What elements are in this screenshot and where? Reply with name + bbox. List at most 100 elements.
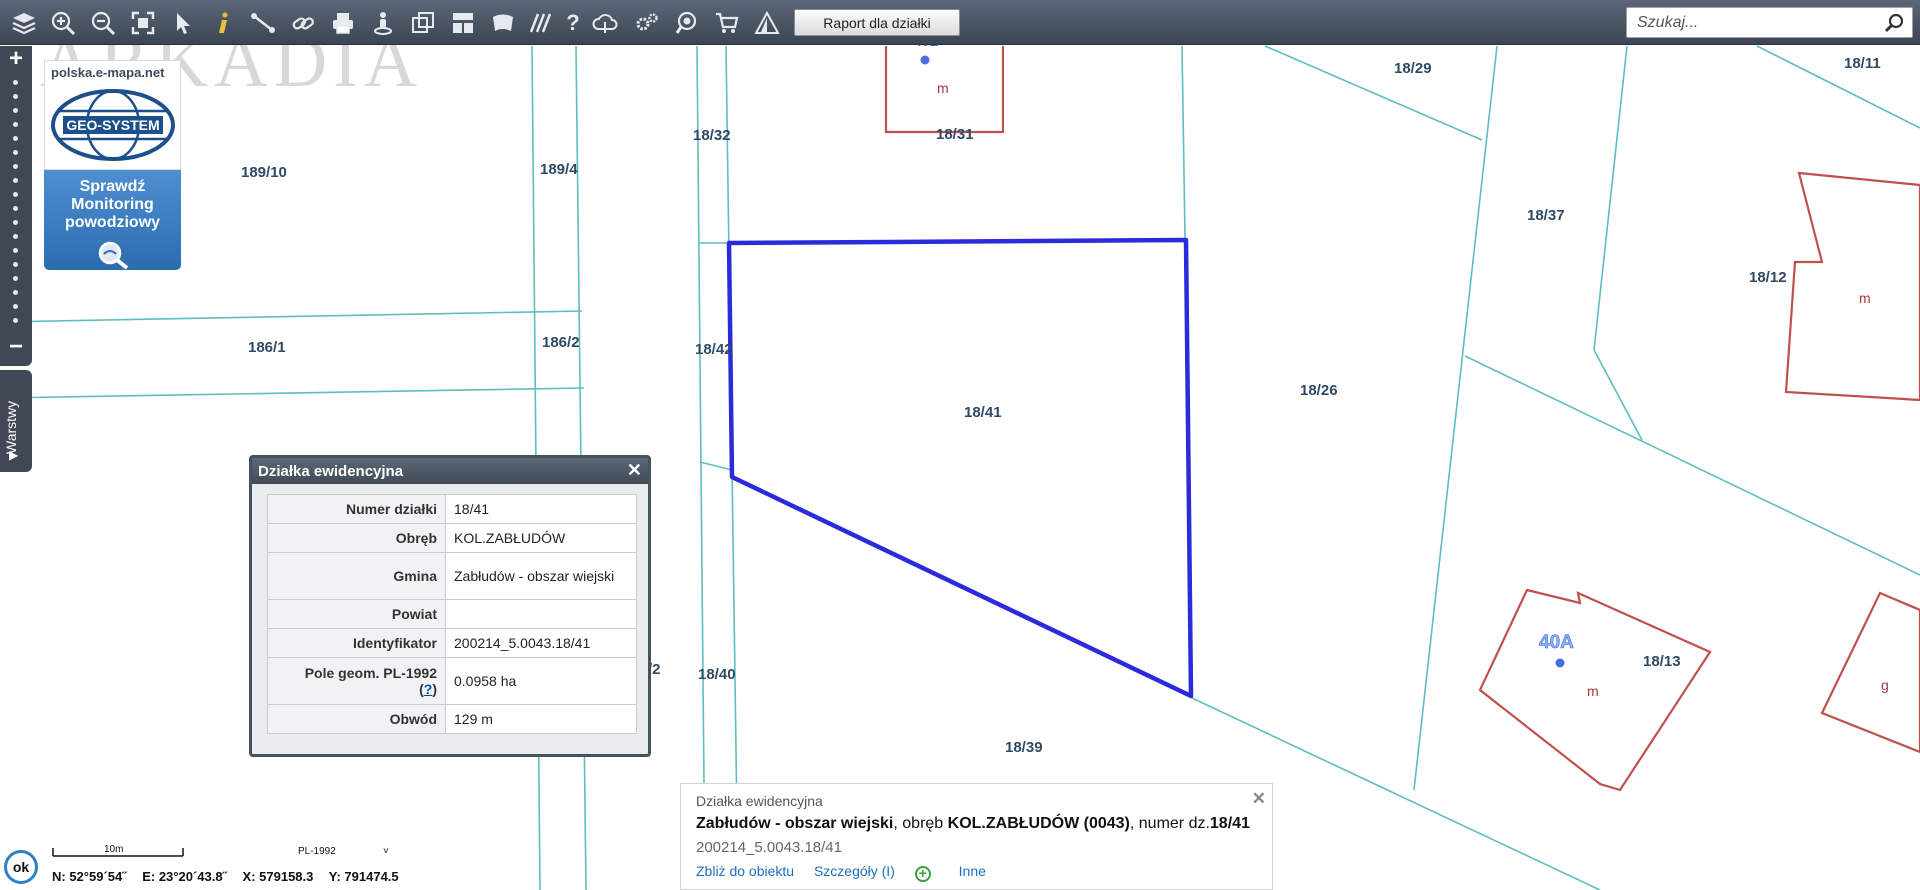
zoom-to-object-link[interactable]: Zbliż do obiektu xyxy=(696,863,794,879)
layers-tab-label: Warstwy xyxy=(3,400,19,454)
layers-icon[interactable] xyxy=(9,8,39,38)
obreb-prefix: , obręb xyxy=(893,815,948,832)
info-icon[interactable] xyxy=(208,8,238,38)
crs-select[interactable]: PL-1992 xyxy=(298,846,336,857)
zoom-level-dot[interactable] xyxy=(13,136,18,141)
search-input[interactable] xyxy=(1637,13,1867,33)
map-icon[interactable] xyxy=(488,8,518,38)
parcel-label: 186/2 xyxy=(542,334,580,351)
parcel-label: 18/31 xyxy=(936,126,974,143)
attribute-value: 129 m xyxy=(445,704,637,734)
search-icon[interactable] xyxy=(1884,12,1906,34)
zoom-level-dot[interactable] xyxy=(13,276,18,281)
popup-title: Działka ewidencyjna xyxy=(258,463,404,480)
zoom-out-icon[interactable] xyxy=(88,8,118,38)
zoom-level-dot[interactable] xyxy=(13,304,18,309)
zoom-in-icon[interactable] xyxy=(48,8,78,38)
zoom-in-button[interactable]: + xyxy=(4,47,28,71)
popup-header[interactable]: Działka ewidencyjna ✕ xyxy=(252,458,648,484)
zoom-level-dot[interactable] xyxy=(13,234,18,239)
panel-title: Działka ewidencyjna xyxy=(696,793,823,809)
attribute-value: 18/41 xyxy=(445,494,637,524)
attribute-label: Gmina xyxy=(267,552,446,600)
zoom-level-dot[interactable] xyxy=(13,94,18,99)
zoom-level-dot[interactable] xyxy=(13,248,18,253)
banner-line: Monitoring xyxy=(71,196,154,213)
other-link[interactable]: Inne xyxy=(959,863,986,879)
cart-icon[interactable] xyxy=(712,8,742,38)
parcel-label: 18/11 xyxy=(1844,55,1881,72)
zoom-level-dot[interactable] xyxy=(13,178,18,183)
chevron-down-icon[interactable]: ˅ xyxy=(383,846,389,857)
zoom-level-dot[interactable] xyxy=(13,192,18,197)
help-link[interactable]: ? xyxy=(424,681,433,697)
table-row: Numer działki 18/41 xyxy=(267,494,637,524)
zoom-level-dot[interactable] xyxy=(13,108,18,113)
ok-button[interactable]: ok xyxy=(4,850,38,884)
parcel-label: 18/42 xyxy=(695,341,733,358)
zoom-level-dot[interactable] xyxy=(13,150,18,155)
logo-header: polska.e-mapa.net GEO-SYSTEM xyxy=(44,60,181,170)
geo-system-logo[interactable]: polska.e-mapa.net GEO-SYSTEM Sprawdź Mon… xyxy=(44,60,181,270)
attribute-value: Zabłudów - obszar wiejski xyxy=(445,552,637,600)
parcel-label: 18/40 xyxy=(698,666,736,683)
latitude: N: 52°59´54˝ xyxy=(52,869,127,884)
settings-icon[interactable] xyxy=(632,8,662,38)
layers-compare-icon[interactable] xyxy=(408,8,438,38)
table-row: Obwód 129 m xyxy=(267,704,637,734)
buildings xyxy=(884,46,1920,792)
panel-actions: Zbliż do obiektu Szczegóły (I) + Inne xyxy=(696,863,1002,882)
attribute-label: Obręb xyxy=(267,523,446,553)
globe-icon: GEO-SYSTEM xyxy=(51,89,175,161)
gmina-name: Zabłudów - obszar wiejski xyxy=(696,815,894,832)
help-icon[interactable]: ? xyxy=(558,8,588,38)
obreb-name: KOL.ZABŁUDÓW (0043) xyxy=(947,815,1130,832)
attribute-value xyxy=(445,599,637,629)
zoom-level-dot[interactable] xyxy=(13,206,18,211)
zoom-level-dot[interactable] xyxy=(13,80,18,85)
parcel-label: 18/26 xyxy=(1300,382,1338,399)
attribute-label-with-help: Pole geom. PL-1992 (?) xyxy=(267,657,446,705)
measure-icon[interactable] xyxy=(248,8,278,38)
layout-icon[interactable] xyxy=(448,8,478,38)
parcel-summary: Zabłudów - obszar wiejski, obręb KOL.ZAB… xyxy=(696,815,1250,833)
cloud-icon[interactable] xyxy=(590,8,620,38)
logo-brand: GEO-SYSTEM xyxy=(66,117,159,133)
table-row: Obręb KOL.ZABŁUDÓW xyxy=(267,523,637,553)
zoom-level-dot[interactable] xyxy=(13,318,18,323)
pointer-icon[interactable] xyxy=(168,8,198,38)
address-point xyxy=(920,55,930,65)
close-icon[interactable]: ✕ xyxy=(627,460,642,481)
flood-monitoring-banner[interactable]: Sprawdź Monitoring powodziowy xyxy=(44,170,181,270)
report-button[interactable]: Raport dla działki xyxy=(794,9,960,36)
attribute-label: Obwód xyxy=(267,704,446,734)
zoom-level-dot[interactable] xyxy=(13,122,18,127)
banner-line: Sprawdź xyxy=(79,178,146,195)
hatch-icon[interactable] xyxy=(526,8,556,38)
zoom-level-dot[interactable] xyxy=(13,164,18,169)
close-icon[interactable]: ✕ xyxy=(1252,789,1266,809)
logo-url: polska.e-mapa.net xyxy=(51,65,165,80)
table-row: Pole geom. PL-1992 (?) 0.0958 ha xyxy=(267,657,637,705)
zoom-level-dot[interactable] xyxy=(13,220,18,225)
y-coordinate: Y: 791474.5 xyxy=(328,869,399,884)
search-map-icon[interactable] xyxy=(672,8,702,38)
selected-parcel-18-41[interactable] xyxy=(726,237,1194,699)
layers-tab[interactable]: Warstwy ▶ xyxy=(0,370,32,472)
details-link[interactable]: Szczegóły (I) xyxy=(814,863,895,879)
zoom-extent-icon[interactable] xyxy=(128,8,158,38)
zoom-level-dot[interactable] xyxy=(13,262,18,267)
attribute-label: Pole geom. PL-1992 xyxy=(304,665,437,681)
print-icon[interactable] xyxy=(328,8,358,38)
add-icon[interactable]: + xyxy=(914,866,931,882)
address-label-40a: 40A xyxy=(1539,632,1574,653)
street-view-icon[interactable] xyxy=(368,8,398,38)
zoom-slider[interactable]: + − xyxy=(0,46,32,366)
zoom-out-button[interactable]: − xyxy=(4,335,28,359)
attribute-label: Powiat xyxy=(267,599,446,629)
link-icon[interactable] xyxy=(288,8,318,38)
road-sign-icon[interactable] xyxy=(752,8,782,38)
parcel-number: 18/41 xyxy=(1209,815,1250,832)
zoom-level-dot[interactable] xyxy=(13,290,18,295)
parcel-attributes-table: Numer działki 18/41 Obręb KOL.ZABŁUDÓW G… xyxy=(267,494,637,734)
